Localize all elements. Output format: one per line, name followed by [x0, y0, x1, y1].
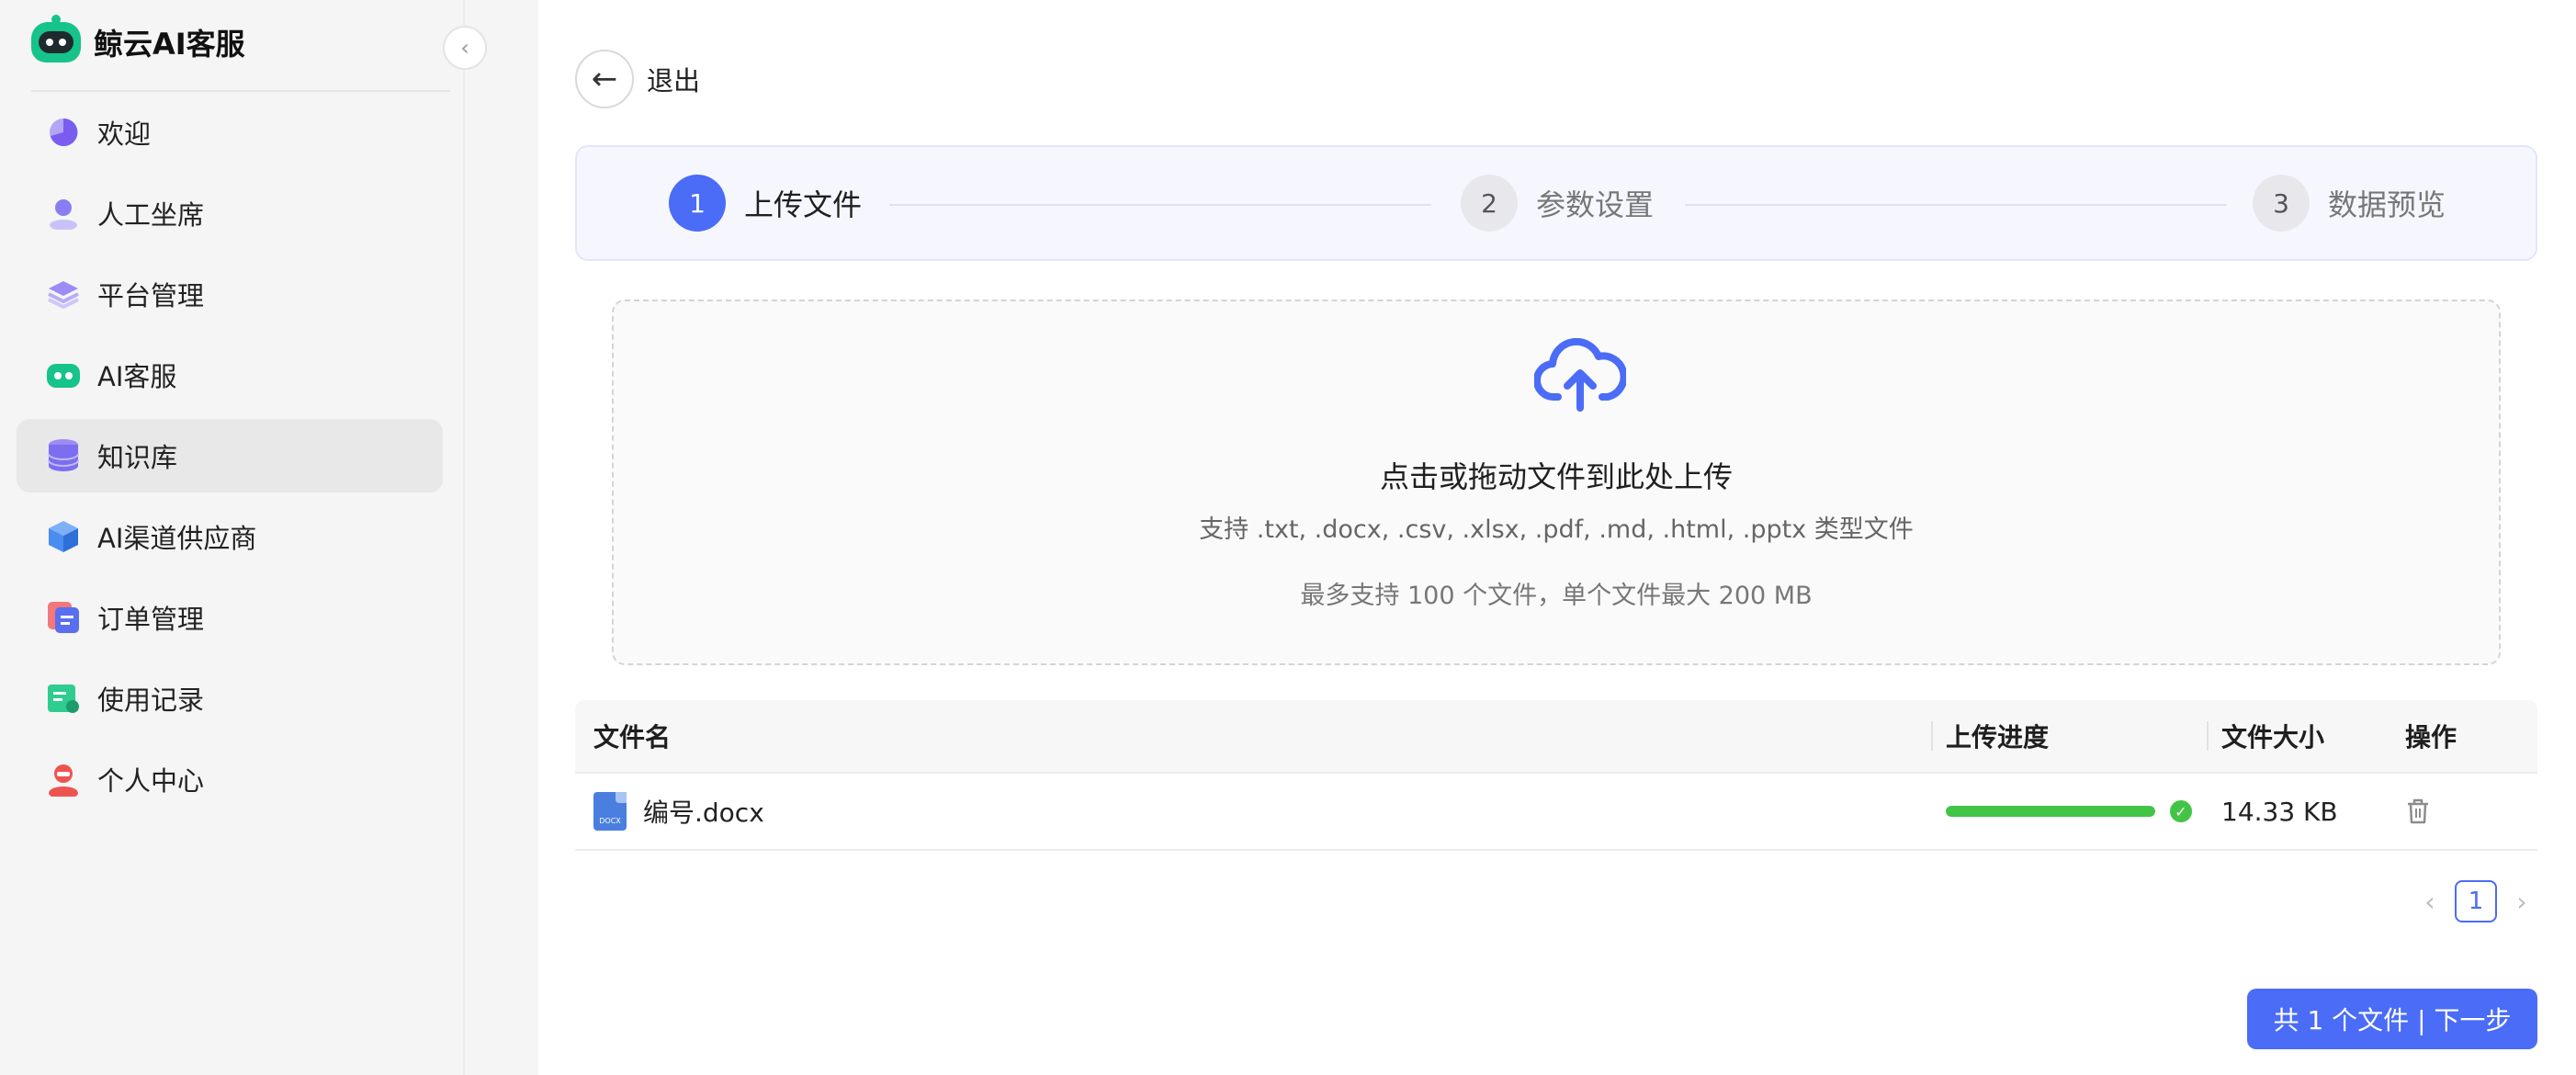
brand-divider: [31, 90, 450, 92]
step-number: 1: [669, 175, 726, 232]
sidebar: 鲸云AI客服 欢迎 人工坐席 平台管理 AI客服 知识库 AI渠道供应商 订单管…: [0, 0, 465, 1075]
back-label[interactable]: 退出: [647, 60, 700, 98]
header-progress: 上传进度: [1931, 699, 2207, 773]
file-name: 编号.docx: [643, 798, 764, 828]
arrow-left-icon: ←: [591, 61, 618, 97]
main-content: ← 退出 1 上传文件 2 参数设置 3 数据预览 点击或拖动文件到此处上传 支…: [538, 0, 2576, 1075]
record-icon: [46, 681, 81, 716]
sidebar-item-ai-vendor[interactable]: AI渠道供应商: [17, 500, 443, 573]
step-connector: [889, 204, 1431, 206]
sidebar-item-label: 订单管理: [97, 604, 205, 635]
cloud-upload-icon: [1532, 337, 1628, 412]
sidebar-item-usage[interactable]: 使用记录: [17, 662, 443, 735]
back-control: ← 退出: [575, 50, 700, 108]
steps-bar: 1 上传文件 2 参数设置 3 数据预览: [575, 145, 2537, 261]
sidebar-item-label: 使用记录: [97, 685, 205, 716]
sidebar-item-label: 人工坐席: [97, 199, 205, 231]
sidebar-item-label: 个人中心: [97, 765, 205, 797]
collapse-sidebar-button[interactable]: ‹: [443, 26, 487, 70]
sidebar-item-label: 知识库: [97, 442, 178, 473]
sidebar-item-knowledge-base[interactable]: 知识库: [17, 419, 443, 492]
page-number-current[interactable]: 1: [2455, 880, 2497, 922]
back-button[interactable]: ←: [575, 50, 634, 108]
header-file-name: 文件名: [593, 722, 672, 752]
delete-button[interactable]: [2405, 798, 2431, 825]
upload-dropzone[interactable]: 点击或拖动文件到此处上传 支持 .txt, .docx, .csv, .xlsx…: [612, 300, 2501, 665]
robot-icon: [46, 357, 81, 392]
sidebar-item-profile[interactable]: 个人中心: [17, 742, 443, 816]
next-step-button[interactable]: 共 1 个文件 | 下一步: [2247, 989, 2537, 1049]
file-table: 文件名 上传进度 文件大小 操作 DOCX 编号.docx ✓ 14.33 KB: [575, 700, 2537, 851]
sidebar-item-orders[interactable]: 订单管理: [17, 581, 443, 654]
upload-progress-fill: [1946, 806, 2155, 817]
header-size: 文件大小: [2207, 699, 2390, 773]
dropzone-title: 点击或拖动文件到此处上传: [1379, 459, 1733, 494]
next-page-button[interactable]: ›: [2508, 887, 2536, 917]
pagination: ‹ 1 ›: [2416, 880, 2536, 922]
step-connector: [1685, 204, 2227, 206]
prev-page-button[interactable]: ‹: [2416, 887, 2444, 917]
user-icon: [46, 196, 81, 231]
step-upload[interactable]: 1 上传文件: [669, 175, 862, 232]
sidebar-item-platform[interactable]: 平台管理: [17, 257, 443, 331]
step-preview[interactable]: 3 数据预览: [2253, 175, 2446, 232]
table-row: DOCX 编号.docx ✓ 14.33 KB: [575, 774, 2537, 851]
sidebar-item-agent[interactable]: 人工坐席: [17, 176, 443, 250]
upload-progress-bar: [1946, 806, 2155, 817]
step-number: 2: [1461, 175, 1518, 232]
check-circle-icon: ✓: [2170, 800, 2192, 822]
trash-icon: [2408, 798, 2428, 824]
file-name-cell: DOCX 编号.docx: [575, 773, 1931, 850]
step-label: 参数设置: [1536, 187, 1655, 222]
table-header: 文件名 上传进度 文件大小 操作: [575, 700, 2537, 774]
operation-cell: [2390, 773, 2537, 850]
cube-icon: [46, 519, 81, 554]
step-params[interactable]: 2 参数设置: [1461, 175, 1654, 232]
database-icon: [46, 438, 81, 473]
header-operation: 操作: [2405, 722, 2457, 752]
sidebar-item-label: 欢迎: [97, 119, 152, 150]
chevron-left-icon: ‹: [460, 35, 469, 61]
step-label: 上传文件: [744, 187, 863, 222]
step-number: 3: [2253, 175, 2310, 232]
brand[interactable]: 鲸云AI客服: [31, 15, 245, 68]
progress-cell: ✓: [1931, 773, 2207, 850]
sidebar-item-ai-service[interactable]: AI客服: [17, 338, 443, 412]
order-icon: [46, 600, 81, 635]
sidebar-nav: 欢迎 人工坐席 平台管理 AI客服 知识库 AI渠道供应商 订单管理 使用记录 …: [17, 96, 443, 823]
file-size: 14.33 KB: [2221, 796, 2338, 827]
sidebar-item-label: 平台管理: [97, 280, 205, 311]
docx-file-icon: DOCX: [593, 792, 627, 831]
avatar-icon: [46, 762, 81, 797]
sidebar-item-label: AI客服: [97, 361, 177, 392]
robot-logo-icon: [31, 15, 81, 62]
brand-title: 鲸云AI客服: [94, 27, 245, 62]
dropzone-limit: 最多支持 100 个文件，单个文件最大 200 MB: [1300, 582, 1813, 610]
sidebar-item-welcome[interactable]: 欢迎: [17, 96, 443, 169]
dropzone-supported-types: 支持 .txt, .docx, .csv, .xlsx, .pdf, .md, …: [1199, 515, 1914, 544]
pie-chart-icon: [46, 115, 81, 150]
step-label: 数据预览: [2328, 187, 2446, 222]
layers-icon: [46, 277, 81, 311]
sidebar-item-label: AI渠道供应商: [97, 523, 257, 554]
